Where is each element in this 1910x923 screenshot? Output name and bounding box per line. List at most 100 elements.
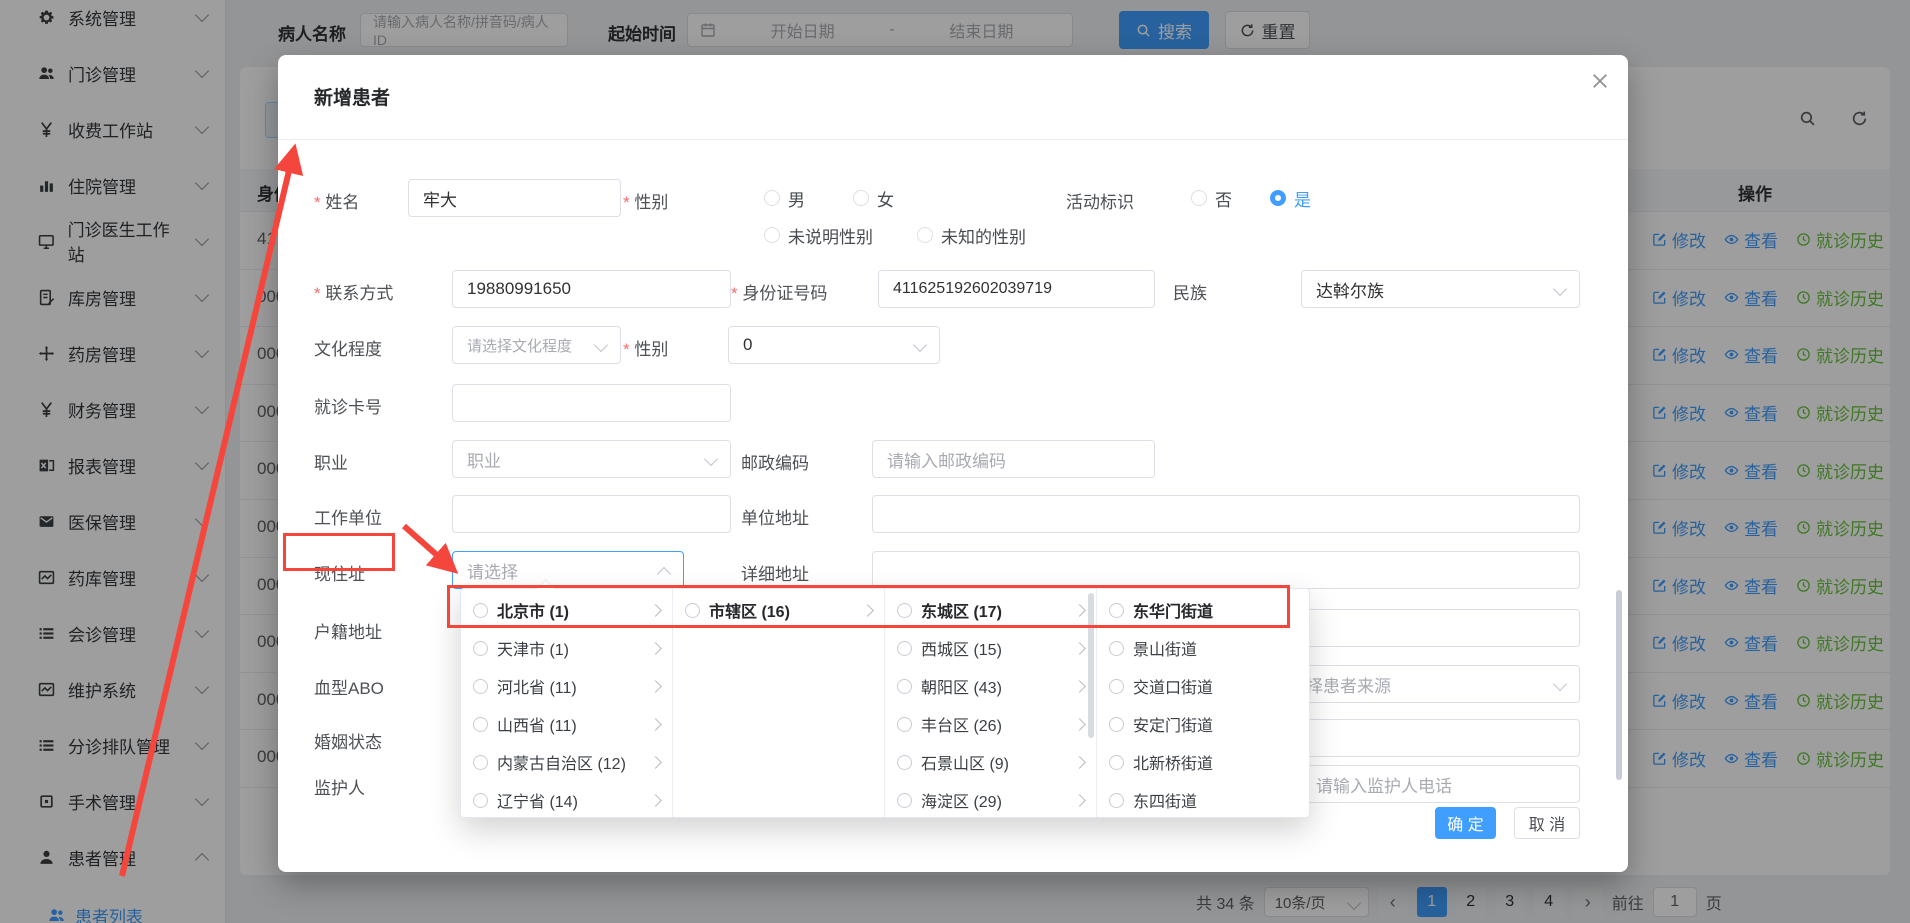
- radio-icon: [685, 603, 700, 618]
- cascader-option[interactable]: 丰台区 (26): [885, 705, 1096, 743]
- radio-icon: [1109, 755, 1124, 770]
- detail-address-input[interactable]: [872, 551, 1580, 589]
- radio-active-yes[interactable]: 是: [1270, 186, 1311, 211]
- postal-code-input[interactable]: 请输入邮政编码: [872, 440, 1155, 478]
- radio-icon: [473, 793, 488, 808]
- cascader-option-label: 北京市 (1): [497, 598, 569, 622]
- radio-icon: [473, 679, 488, 694]
- cascader-option[interactable]: 东城区 (17): [885, 591, 1096, 629]
- cascader-option[interactable]: 北京市 (1): [461, 591, 672, 629]
- chevron-right-icon: [649, 604, 662, 617]
- modal-scrollbar[interactable]: [1616, 590, 1622, 780]
- cascader-option[interactable]: 安定门街道: [1097, 705, 1309, 743]
- radio-icon: [897, 603, 912, 618]
- radio-icon: [473, 717, 488, 732]
- cascader-option-label: 朝阳区 (43): [921, 674, 1002, 698]
- cascader-option[interactable]: 北新桥街道: [1097, 743, 1309, 781]
- marital-status-input[interactable]: [1301, 719, 1580, 757]
- cascader-column: 东城区 (17) 西城区 (15) 朝阳区 (43) 丰台区 (26)石景山区 (9)…: [885, 589, 1097, 817]
- work-unit-input[interactable]: [452, 495, 731, 533]
- work-unit-label: 工作单位: [314, 504, 382, 529]
- cascader-option[interactable]: 市辖区 (16): [673, 591, 884, 629]
- radio-icon: [1109, 793, 1124, 808]
- close-icon[interactable]: [1590, 71, 1610, 91]
- radio-checked-icon: [1270, 190, 1286, 206]
- household-address-label: 户籍地址: [314, 618, 382, 643]
- chevron-right-icon: [1073, 718, 1086, 731]
- cascader-option-label: 内蒙古自治区 (12): [497, 750, 626, 774]
- guardian-phone-input[interactable]: 请输入监护人电话: [1301, 765, 1580, 803]
- radio-icon: [897, 679, 912, 694]
- cascader-option[interactable]: 山西省 (11): [461, 705, 672, 743]
- radio-icon: [897, 717, 912, 732]
- dialog-divider: [278, 139, 1628, 140]
- chevron-right-icon: [1073, 604, 1086, 617]
- name-input[interactable]: 牢大: [408, 179, 621, 217]
- guardian-label: 监护人: [314, 774, 365, 799]
- detail-address-label: 详细地址: [741, 560, 809, 585]
- radio-icon: [764, 227, 780, 243]
- cascader-option[interactable]: 交道口街道: [1097, 667, 1309, 705]
- cascader-option[interactable]: 东四街道: [1097, 781, 1309, 817]
- cascader-option[interactable]: 内蒙古自治区 (12): [461, 743, 672, 781]
- gender-code-label: 性别: [623, 335, 668, 360]
- cancel-button[interactable]: 取 消: [1514, 807, 1580, 839]
- name-label: 姓名: [314, 188, 359, 213]
- radio-icon: [1109, 679, 1124, 694]
- cascader-option[interactable]: 辽宁省 (14): [461, 781, 672, 817]
- radio-icon: [853, 190, 869, 206]
- radio-gender-female[interactable]: 女: [853, 186, 894, 211]
- radio-gender-unknown[interactable]: 未知的性别: [917, 223, 1026, 248]
- cascader-scrollbar[interactable]: [1088, 593, 1094, 738]
- household-address-input[interactable]: [1301, 609, 1580, 647]
- radio-icon: [473, 603, 488, 618]
- radio-icon: [473, 755, 488, 770]
- cascader-option-label: 安定门街道: [1133, 712, 1213, 736]
- radio-active-no[interactable]: 否: [1191, 186, 1232, 211]
- contact-input[interactable]: 19880991650: [452, 270, 731, 308]
- cascader-option-label: 西城区 (15): [921, 636, 1002, 660]
- chevron-down-icon: [704, 452, 718, 466]
- cascader-option[interactable]: 朝阳区 (43): [885, 667, 1096, 705]
- cascader-option[interactable]: 河北省 (11): [461, 667, 672, 705]
- chevron-right-icon: [1073, 680, 1086, 693]
- chevron-right-icon: [1073, 794, 1086, 807]
- card-no-label: 就诊卡号: [314, 393, 382, 418]
- contact-label: 联系方式: [314, 279, 393, 304]
- cascader-option[interactable]: 景山街道: [1097, 629, 1309, 667]
- cascader-option-label: 景山街道: [1133, 636, 1197, 660]
- chevron-right-icon: [1073, 642, 1086, 655]
- cascader-option[interactable]: 东华门街道: [1097, 591, 1309, 629]
- unit-address-input[interactable]: [872, 495, 1580, 533]
- cascader-column: 东华门街道景山街道交道口街道安定门街道北新桥街道东四街道: [1097, 589, 1309, 817]
- radio-icon: [1109, 641, 1124, 656]
- education-select[interactable]: 请选择文化程度: [452, 326, 621, 364]
- chevron-down-icon: [1553, 677, 1567, 691]
- dialog-title: 新增患者: [314, 83, 390, 110]
- card-no-input[interactable]: [452, 384, 731, 422]
- occupation-select[interactable]: 职业: [452, 440, 731, 478]
- chevron-right-icon: [649, 756, 662, 769]
- radio-gender-male[interactable]: 男: [764, 186, 805, 211]
- cascader-option[interactable]: 西城区 (15): [885, 629, 1096, 667]
- patient-source-select[interactable]: 请选择患者来源: [1301, 665, 1580, 703]
- cascader-option[interactable]: 天津市 (1): [461, 629, 672, 667]
- current-address-cascader[interactable]: 请选择: [452, 551, 684, 589]
- id-number-input[interactable]: 411625192602039719: [878, 270, 1155, 308]
- radio-icon: [1191, 190, 1207, 206]
- ethnicity-label: 民族: [1173, 279, 1207, 304]
- occupation-label: 职业: [314, 449, 348, 474]
- blood-type-label: 血型ABO: [314, 674, 384, 699]
- cascader-option[interactable]: 石景山区 (9): [885, 743, 1096, 781]
- radio-gender-unspecified[interactable]: 未说明性别: [764, 223, 873, 248]
- chevron-right-icon: [649, 718, 662, 731]
- radio-icon: [917, 227, 933, 243]
- cascader-option-label: 天津市 (1): [497, 636, 569, 660]
- chevron-right-icon: [649, 794, 662, 807]
- cascader-option[interactable]: 海淀区 (29): [885, 781, 1096, 817]
- chevron-right-icon: [861, 604, 874, 617]
- postal-code-label: 邮政编码: [741, 449, 809, 474]
- ethnicity-select[interactable]: 达斡尔族: [1301, 270, 1580, 308]
- gender-code-select[interactable]: 0: [728, 326, 940, 364]
- confirm-button[interactable]: 确 定: [1435, 807, 1496, 839]
